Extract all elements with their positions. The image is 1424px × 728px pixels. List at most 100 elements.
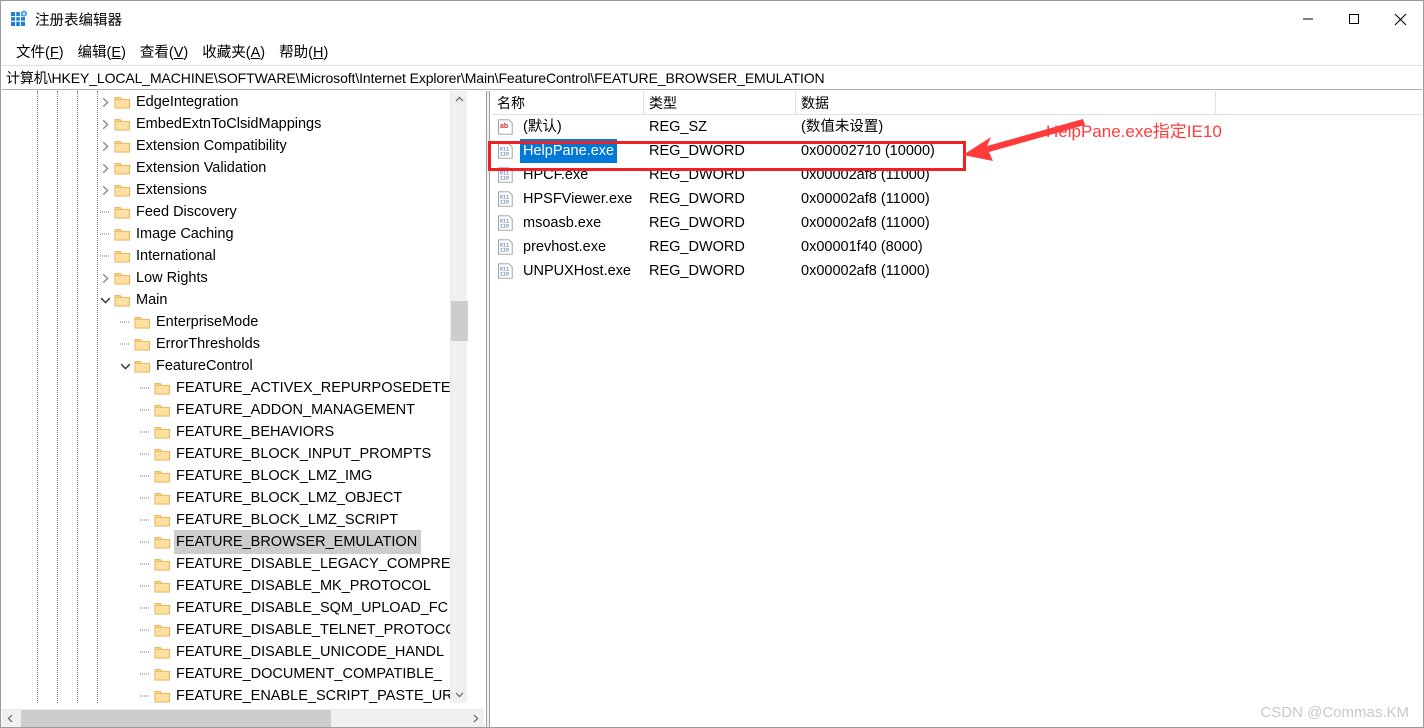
scroll-down-icon[interactable] — [451, 686, 468, 703]
maximize-button[interactable] — [1331, 1, 1377, 37]
tree-item-edgeintegration[interactable]: EdgeIntegration — [2, 91, 467, 113]
tree-connector — [137, 402, 153, 418]
tree-connector — [97, 226, 113, 242]
tree-item-feature-disable-mk-protocol[interactable]: FEATURE_DISABLE_MK_PROTOCOL — [2, 575, 467, 597]
svg-text:ab: ab — [500, 123, 508, 130]
registry-value-row[interactable]: 011 110 HelpPane.exe REG_DWORD 0x00002710 (1… — [492, 139, 1422, 163]
menu-bar: 文件(F) 编辑(E) 查看(V) 收藏夹(A) 帮助(H) — [1, 38, 1423, 65]
registry-values-list: ab (默认) REG_SZ (数值未设置) 011 110 HelpPane.exe REG… — [492, 115, 1422, 283]
tree-item-feature-disable-unicode-handl[interactable]: FEATURE_DISABLE_UNICODE_HANDL — [2, 641, 467, 663]
tree-item-errorthresholds[interactable]: ErrorThresholds — [2, 333, 467, 355]
scroll-up-icon[interactable] — [451, 91, 468, 108]
tree-connector — [137, 446, 153, 462]
menu-file[interactable]: 文件(F) — [9, 39, 71, 64]
tree-scroll-thumb[interactable] — [451, 301, 468, 341]
chevron-right-icon[interactable] — [97, 94, 113, 110]
chevron-right-icon[interactable] — [97, 160, 113, 176]
tree-item-embedextntoclsidmappings[interactable]: EmbedExtnToClsidMappings — [2, 113, 467, 135]
tree-item-feature-disable-legacy-compre[interactable]: FEATURE_DISABLE_LEGACY_COMPRE — [2, 553, 467, 575]
value-type: REG_DWORD — [649, 263, 745, 279]
registry-value-row[interactable]: 011 110 msoasb.exe REG_DWORD 0x00002af8 (110… — [492, 211, 1422, 235]
title-bar[interactable]: 注册表编辑器 — [1, 1, 1423, 37]
tree-item-feature-addon-management[interactable]: FEATURE_ADDON_MANAGEMENT — [2, 399, 467, 421]
tree-item-label: EdgeIntegration — [136, 94, 239, 110]
tree-item-label: FEATURE_BLOCK_INPUT_PROMPTS — [176, 446, 432, 462]
tree-vertical-scrollbar[interactable] — [450, 91, 468, 703]
tree-item-label: Extension Compatibility — [136, 138, 287, 154]
values-column-header: 名称 类型 数据 — [492, 91, 1422, 115]
tree-item-label: Image Caching — [136, 226, 234, 242]
registry-value-row[interactable]: 011 110 HPSFViewer.exe REG_DWORD 0x00002af8 … — [492, 187, 1422, 211]
tree-item-international[interactable]: International — [2, 245, 467, 267]
folder-icon — [114, 183, 130, 197]
tree-item-feature-block-input-prompts[interactable]: FEATURE_BLOCK_INPUT_PROMPTS — [2, 443, 467, 465]
pane-splitter[interactable] — [486, 91, 490, 727]
chevron-right-icon[interactable] — [97, 182, 113, 198]
registry-value-row[interactable]: ab (默认) REG_SZ (数值未设置) — [492, 115, 1422, 139]
column-header-type[interactable]: 类型 — [644, 91, 796, 114]
tree-item-feature-block-lmz-script[interactable]: FEATURE_BLOCK_LMZ_SCRIPT — [2, 509, 467, 531]
tree-item-image-caching[interactable]: Image Caching — [2, 223, 467, 245]
menu-help[interactable]: 帮助(H) — [272, 39, 335, 64]
tree-item-feature-disable-sqm-upload-fc[interactable]: FEATURE_DISABLE_SQM_UPLOAD_FC — [2, 597, 467, 619]
tree-item-feature-block-lmz-object[interactable]: FEATURE_BLOCK_LMZ_OBJECT — [2, 487, 467, 509]
tree-item-feature-behaviors[interactable]: FEATURE_BEHAVIORS — [2, 421, 467, 443]
folder-icon — [154, 667, 170, 681]
tree-item-extensions[interactable]: Extensions — [2, 179, 467, 201]
tree-item-feature-browser-emulation[interactable]: FEATURE_BROWSER_EMULATION — [2, 530, 467, 554]
tree-item-featurecontrol[interactable]: FeatureControl — [2, 355, 467, 377]
tree-connector — [137, 534, 153, 550]
tree-item-low-rights[interactable]: Low Rights — [2, 267, 467, 289]
chevron-right-icon[interactable] — [97, 116, 113, 132]
tree-horizontal-scrollbar[interactable] — [2, 709, 484, 727]
folder-icon — [154, 381, 170, 395]
tree-connector — [137, 424, 153, 440]
column-header-data[interactable]: 数据 — [796, 91, 1216, 114]
tree-item-label: FEATURE_DISABLE_MK_PROTOCOL — [176, 578, 431, 594]
folder-icon — [154, 535, 170, 549]
registry-path: 计算机\HKEY_LOCAL_MACHINE\SOFTWARE\Microsof… — [6, 69, 825, 86]
folder-icon — [114, 117, 130, 131]
registry-value-row[interactable]: 011 110 HPCF.exe REG_DWORD 0x00002af8 (11000… — [492, 163, 1422, 187]
tree-item-feature-activex-repurposedetec[interactable]: FEATURE_ACTIVEX_REPURPOSEDETEC — [2, 377, 467, 399]
close-button[interactable] — [1377, 1, 1423, 37]
tree-item-feature-enable-script-paste-ur[interactable]: FEATURE_ENABLE_SCRIPT_PASTE_UR — [2, 685, 467, 703]
tree-item-label: FEATURE_DISABLE_TELNET_PROTOCO — [176, 622, 457, 638]
tree-item-feature-document-compatible[interactable]: FEATURE_DOCUMENT_COMPATIBLE_ — [2, 663, 467, 685]
tree-item-main[interactable]: Main — [2, 289, 467, 311]
tree-item-extension-validation[interactable]: Extension Validation — [2, 157, 467, 179]
scroll-right-icon[interactable] — [467, 710, 484, 727]
tree-item-feature-block-lmz-img[interactable]: FEATURE_BLOCK_LMZ_IMG — [2, 465, 467, 487]
tree-item-feature-disable-telnet-protoco[interactable]: FEATURE_DISABLE_TELNET_PROTOCO — [2, 619, 467, 641]
tree-item-label: International — [136, 248, 216, 264]
tree-item-enterprisemode[interactable]: EnterpriseMode — [2, 311, 467, 333]
chevron-right-icon[interactable] — [97, 270, 113, 286]
menu-favorites[interactable]: 收藏夹(A) — [195, 39, 272, 64]
minimize-button[interactable] — [1285, 1, 1331, 37]
registry-value-row[interactable]: 011 110 prevhost.exe REG_DWORD 0x00001f40 (8… — [492, 235, 1422, 259]
tree-connector — [137, 468, 153, 484]
registry-value-row[interactable]: 011 110 UNPUXHost.exe REG_DWORD 0x00002af8 (… — [492, 259, 1422, 283]
tree-item-label: Extension Validation — [136, 160, 267, 176]
folder-icon — [154, 425, 170, 439]
tree-connector — [137, 556, 153, 572]
folder-icon — [154, 447, 170, 461]
tree-item-extension-compatibility[interactable]: Extension Compatibility — [2, 135, 467, 157]
tree-connector — [137, 600, 153, 616]
tree-item-feed-discovery[interactable]: Feed Discovery — [2, 201, 467, 223]
scroll-left-icon[interactable] — [2, 710, 19, 727]
folder-icon — [154, 469, 170, 483]
chevron-down-icon[interactable] — [97, 292, 113, 308]
tree-item-label: FEATURE_BEHAVIORS — [176, 424, 335, 440]
tree-hscroll-thumb[interactable] — [21, 710, 331, 727]
folder-icon — [154, 689, 170, 703]
column-header-name[interactable]: 名称 — [492, 91, 644, 114]
value-data: (数值未设置) — [801, 119, 884, 135]
chevron-right-icon[interactable] — [97, 138, 113, 154]
chevron-down-icon[interactable] — [117, 358, 133, 374]
menu-view[interactable]: 查看(V) — [133, 39, 195, 64]
address-bar[interactable]: 计算机\HKEY_LOCAL_MACHINE\SOFTWARE\Microsof… — [2, 65, 1422, 90]
registry-tree: EdgeIntegration EmbedExtnToClsidMappings E… — [2, 91, 467, 703]
tree-connector — [137, 380, 153, 396]
menu-edit[interactable]: 编辑(E) — [71, 39, 133, 64]
